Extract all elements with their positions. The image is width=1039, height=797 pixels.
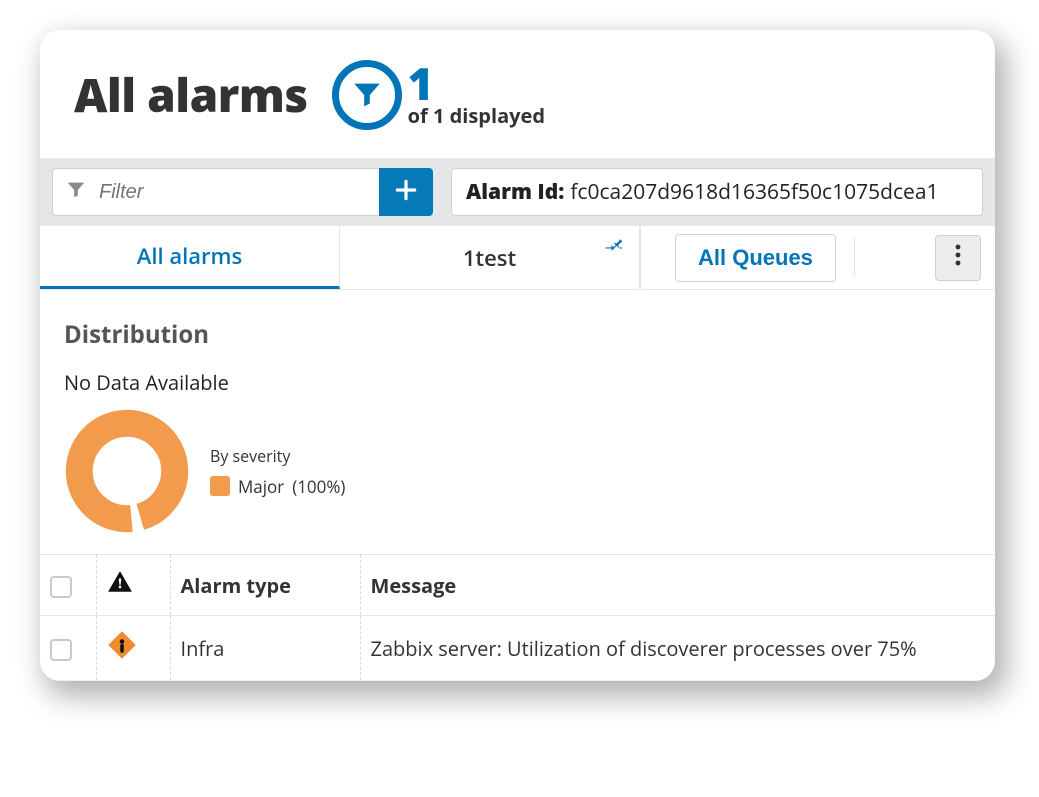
kebab-icon xyxy=(955,244,961,271)
legend-swatch xyxy=(210,476,230,496)
tab-label: 1test xyxy=(463,243,516,273)
legend-title: By severity xyxy=(210,445,345,467)
severity-major-icon xyxy=(107,630,137,660)
tab-label: All alarms xyxy=(137,241,242,271)
warning-icon xyxy=(107,574,133,601)
distribution-section: Distribution No Data Available By severi… xyxy=(40,290,995,554)
pin-icon[interactable] xyxy=(605,232,625,262)
cell-alarm-type: Infra xyxy=(170,616,360,681)
distribution-legend: By severity Major (100%) xyxy=(210,445,345,498)
column-severity xyxy=(96,555,170,616)
column-message[interactable]: Message xyxy=(360,555,995,616)
alarms-panel: All alarms 1 of 1 displayed xyxy=(40,30,995,681)
table-header-row: Alarm type Message xyxy=(40,555,995,616)
filter-input-group xyxy=(52,168,433,216)
filter-indicator-circle[interactable] xyxy=(332,60,402,130)
column-select xyxy=(40,555,96,616)
count-number: 1 xyxy=(408,64,545,104)
legend-label: Major xyxy=(238,475,284,498)
tabs-row: All alarms 1test All Queues xyxy=(40,226,995,290)
tab-all-alarms[interactable]: All alarms xyxy=(40,226,340,289)
header: All alarms 1 of 1 displayed xyxy=(40,30,995,158)
filter-bar: Alarm Id: fc0ca207d9618d16365f50c1075dce… xyxy=(40,158,995,226)
all-queues-button[interactable]: All Queues xyxy=(675,234,836,282)
add-filter-button[interactable] xyxy=(379,168,433,216)
legend-percent: (100%) xyxy=(292,475,345,498)
chip-key: Alarm Id: xyxy=(466,178,564,206)
distribution-status: No Data Available xyxy=(64,369,971,396)
filter-input-wrap[interactable] xyxy=(52,168,379,216)
funnel-icon xyxy=(350,78,384,112)
plus-icon xyxy=(393,177,419,208)
more-menu-button[interactable] xyxy=(935,235,981,281)
count-block: 1 of 1 displayed xyxy=(408,64,545,127)
row-checkbox[interactable] xyxy=(50,639,72,661)
select-all-checkbox[interactable] xyxy=(50,576,72,598)
legend-item-major: Major (100%) xyxy=(210,475,345,498)
severity-donut-chart xyxy=(64,408,190,534)
table-row[interactable]: Infra Zabbix server: Utilization of disc… xyxy=(40,616,995,681)
count-subtext: of 1 displayed xyxy=(408,105,545,126)
page-title: All alarms xyxy=(74,64,308,126)
filter-summary: 1 of 1 displayed xyxy=(332,60,545,130)
separator xyxy=(854,238,855,277)
chip-value: fc0ca207d9618d16365f50c1075dcea1 xyxy=(570,178,938,206)
tab-1test[interactable]: 1test xyxy=(340,226,640,289)
filter-input[interactable] xyxy=(99,181,367,204)
filter-chip-alarm-id[interactable]: Alarm Id: fc0ca207d9618d16365f50c1075dce… xyxy=(451,168,983,216)
funnel-icon xyxy=(65,179,99,206)
column-alarm-type[interactable]: Alarm type xyxy=(170,555,360,616)
distribution-title: Distribution xyxy=(64,318,971,351)
alarms-table: Alarm type Message Infra Zabbix server: … xyxy=(40,554,995,681)
cell-message: Zabbix server: Utilization of discoverer… xyxy=(360,616,995,681)
